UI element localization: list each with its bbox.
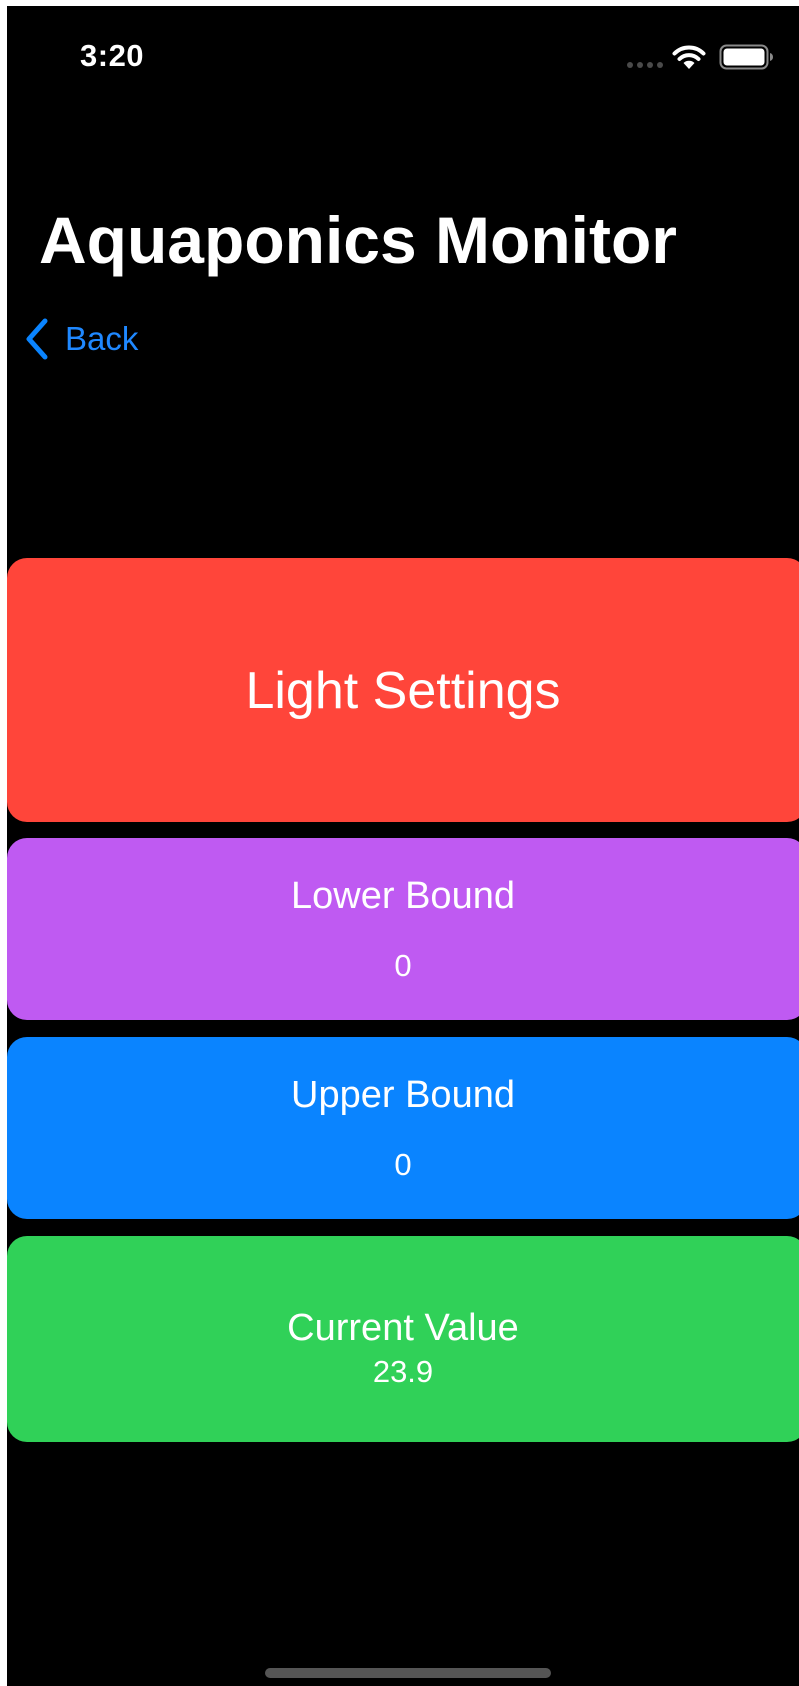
upper-bound-value: 0 [394, 1147, 412, 1182]
chevron-left-icon [26, 318, 48, 360]
status-bar: 3:20 [7, 6, 799, 106]
lower-bound-label: Lower Bound [291, 875, 515, 917]
back-button[interactable]: Back [23, 314, 138, 364]
home-indicator[interactable] [265, 1668, 551, 1678]
back-label: Back [65, 320, 139, 357]
cellular-signal-icon [627, 62, 667, 70]
page-title: Aquaponics Monitor [39, 203, 677, 277]
current-value-card: Current Value 23.9 [7, 1236, 799, 1442]
app-screen: 3:20 Aquaponics Monitor Back Light Setti… [7, 6, 799, 1686]
current-value-label: Current Value [287, 1307, 519, 1349]
battery-icon [719, 44, 773, 70]
light-settings-card: Light Settings [7, 558, 799, 822]
light-settings-title: Light Settings [245, 662, 561, 720]
status-time: 3:20 [80, 38, 145, 73]
lower-bound-value: 0 [394, 948, 412, 983]
wifi-icon [672, 45, 706, 69]
lower-bound-card[interactable]: Lower Bound 0 [7, 838, 799, 1020]
upper-bound-card[interactable]: Upper Bound 0 [7, 1037, 799, 1219]
current-value-reading: 23.9 [372, 1354, 434, 1389]
upper-bound-label: Upper Bound [291, 1074, 515, 1116]
